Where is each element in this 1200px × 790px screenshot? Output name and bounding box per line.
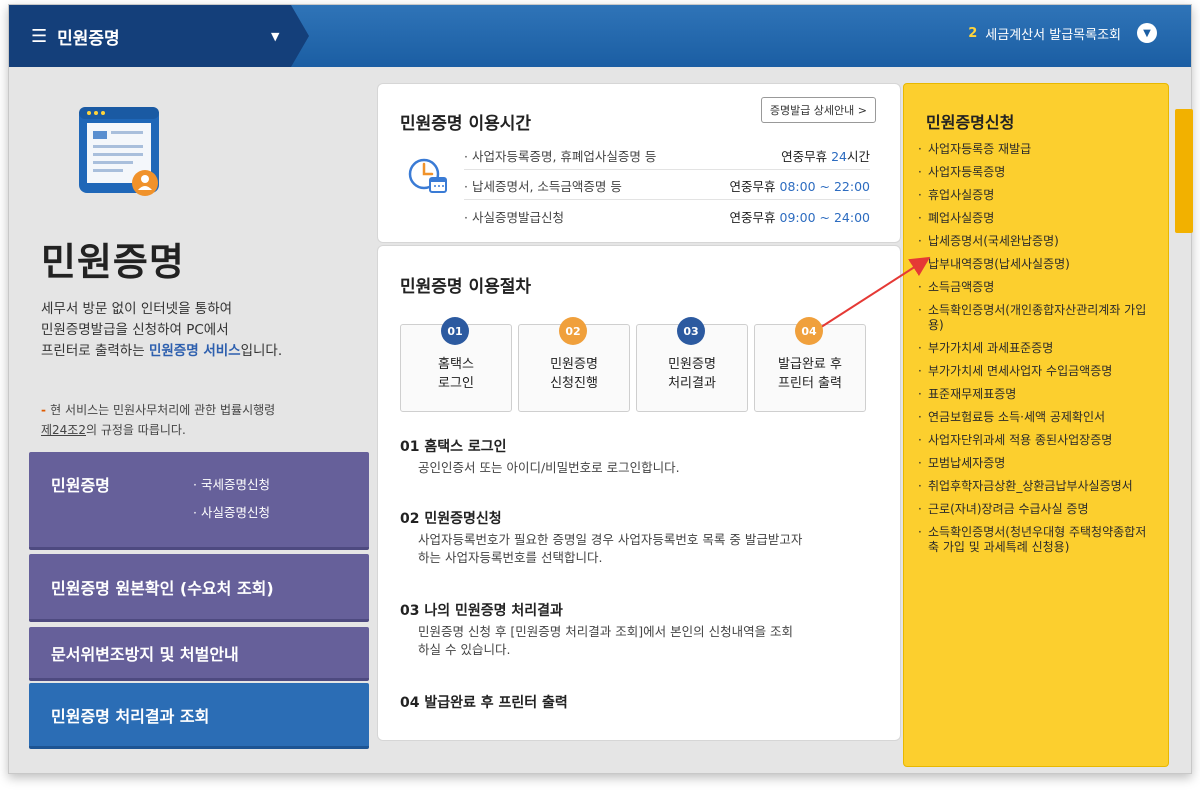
step-label: 발급완료 후 xyxy=(778,357,842,372)
apply-item[interactable]: 표준재무제표증명 xyxy=(918,387,1154,402)
step-1-heading: 01 홈택스 로그인 xyxy=(400,439,507,455)
clock-calendar-icon xyxy=(408,158,447,193)
step-label: 홈택스 xyxy=(438,357,474,372)
top-bar: ☰ 민원증명 ▼ 2 세금계산서 발급목록조회 ▼ xyxy=(9,5,1191,67)
service-description: 세무서 방문 없이 인터넷을 통하여 민원증명발급을 신청하여 PC에서 프린터… xyxy=(41,299,371,362)
nav-forgery-prevention[interactable]: 문서위변조방지 및 처벌안내 xyxy=(29,627,369,681)
apply-item[interactable]: 사업자단위과세 적용 종된사업장증명 xyxy=(918,433,1154,448)
step-number-badge: 02 xyxy=(559,317,587,345)
hamburger-menu-icon[interactable]: ☰ xyxy=(31,26,47,47)
apply-item[interactable]: 폐업사실증명 xyxy=(918,211,1154,226)
issuance-guide-button[interactable]: 증명발급 상세안내 > xyxy=(760,97,876,123)
step-label: 처리결과 xyxy=(668,376,716,391)
desc-line-2: 민원증명발급을 신청하여 PC에서 xyxy=(41,322,229,338)
notice-area[interactable]: 2 세금계산서 발급목록조회 ▼ xyxy=(968,23,1157,43)
law-notice: - 현 서비스는 민원사무처리에 관한 법률시행령 제24조2의 규정을 따릅니… xyxy=(41,400,371,440)
nav-certificate[interactable]: 민원증명 · 국세증명신청 · 사실증명신청 xyxy=(29,452,369,550)
apply-panel-title: 민원증명신청 xyxy=(926,113,1015,132)
desc-line-3-pre: 프린터로 출력하는 xyxy=(41,343,149,359)
hours-row: · 사실증명발급신청 연중무휴 09:00 ~ 24:00 xyxy=(464,202,870,230)
step-1-text: 공인인증서 또는 아이디/비밀번호로 로그인합니다. xyxy=(418,460,680,475)
apply-item[interactable]: 소득확인증명서(청년우대형 주택청약종합저축 가입 및 과세특례 신청용) xyxy=(918,525,1154,555)
apply-item[interactable]: 부가가치세 과세표준증명 xyxy=(918,341,1154,356)
law-line-1: - 현 서비스는 민원사무처리에 관한 법률시행령 xyxy=(41,403,276,417)
law-text-2: 의 규정을 따릅니다. xyxy=(86,423,186,437)
law-line-2: 제24조2의 규정을 따릅니다. xyxy=(41,420,371,440)
notice-number: 2 xyxy=(968,25,978,41)
apply-item[interactable]: 부가가치세 면세사업자 수입금액증명 xyxy=(918,364,1154,379)
step-label: 민원증명 xyxy=(550,357,598,372)
page-frame: ☰ 민원증명 ▼ 2 세금계산서 발급목록조회 ▼ 민원증명 세무서 방문 없이… xyxy=(8,4,1193,774)
law-article-link[interactable]: 제24조2 xyxy=(41,423,86,437)
usage-hours-card: 민원증명 이용시간 증명발급 상세안내 > · 사업자등록증명, 휴폐업사실증명… xyxy=(377,83,901,243)
step-label: 프린터 출력 xyxy=(778,376,842,391)
hours-row-value: 연중무휴 09:00 ~ 24:00 xyxy=(729,209,870,225)
apply-item[interactable]: 취업후학자금상환_상환금납부사실증명서 xyxy=(918,479,1154,494)
step-2-text: 사업자등록번호가 필요한 증명일 경우 사업자등록번호 목록 중 발급받고자 하는… xyxy=(418,532,803,565)
chevron-down-icon[interactable]: ▼ xyxy=(1137,23,1157,43)
notice-link[interactable]: 세금계산서 발급목록조회 xyxy=(985,24,1121,43)
step-label: 신청진행 xyxy=(550,376,598,391)
nav-tax-certificate-link[interactable]: · 국세증명신청 xyxy=(193,474,270,493)
hours-row-label: · 사실증명발급신청 xyxy=(464,209,564,225)
step-number-badge: 04 xyxy=(795,317,823,345)
usage-hours-title: 민원증명 이용시간 xyxy=(400,114,532,134)
hours-row-value: 연중무휴 08:00 ~ 22:00 xyxy=(729,179,870,194)
apply-list: 사업자등록증 재발급 사업자등록증명 휴업사실증명 폐업사실증명 납세증명서(국… xyxy=(918,142,1154,563)
apply-item[interactable]: 근로(자녀)장려금 수급사실 증명 xyxy=(918,502,1154,517)
hours-row: · 납세증명서, 소득금액증명 등 연중무휴 08:00 ~ 22:00 xyxy=(464,172,870,200)
step-4-heading: 04 발급완료 후 프린터 출력 xyxy=(400,695,568,711)
document-certificate-icon xyxy=(79,107,159,196)
apply-item[interactable]: 모범납세자증명 xyxy=(918,456,1154,471)
step-3-heading: 03 나의 민원증명 처리결과 xyxy=(400,603,563,619)
nav-original-verification[interactable]: 민원증명 원본확인 (수요처 조회) xyxy=(29,554,369,622)
apply-item[interactable]: 연금보험료등 소득·세액 공제확인서 xyxy=(918,410,1154,425)
nav-result-lookup[interactable]: 민원증명 처리결과 조회 xyxy=(29,683,369,749)
usage-process-card: 민원증명 이용절차 01 홈택스로그인 02 민원증명신청진행 03 민원증명처… xyxy=(377,245,901,741)
hours-row-label: · 사업자등록증명, 휴폐업사실증명 등 xyxy=(464,149,657,164)
menu-selector[interactable]: ☰ 민원증명 xyxy=(9,5,309,67)
menu-title: 민원증명 xyxy=(57,28,120,49)
desc-line-3: 프린터로 출력하는 민원증명 서비스입니다. xyxy=(41,341,371,362)
usage-process-title: 민원증명 이용절차 xyxy=(400,277,532,297)
step-label: 로그인 xyxy=(438,376,474,391)
step-label: 민원증명 xyxy=(668,357,716,372)
page-title: 민원증명 xyxy=(41,240,185,284)
caret-down-icon[interactable]: ▼ xyxy=(271,30,279,43)
hours-row-value: 연중무휴 24시간 xyxy=(781,149,870,164)
step-2-heading: 02 민원증명신청 xyxy=(400,511,502,527)
desc-line-3-post: 입니다. xyxy=(240,343,283,359)
nav-fact-certificate-link[interactable]: · 사실증명신청 xyxy=(193,502,270,521)
step-number-badge: 01 xyxy=(441,317,469,345)
apply-item[interactable]: 소득금액증명 xyxy=(918,280,1154,295)
apply-item-tax-payment[interactable]: 납세증명서(국세완납증명) xyxy=(918,234,1154,249)
left-panel: 민원증명 세무서 방문 없이 인터넷을 통하여 민원증명발급을 신청하여 PC에… xyxy=(19,67,371,767)
law-text-1: 현 서비스는 민원사무처리에 관한 법률시행령 xyxy=(50,403,276,417)
hours-row: · 사업자등록증명, 휴폐업사실증명 등 연중무휴 24시간 xyxy=(464,142,870,170)
step-3-text: 민원증명 신청 후 [민원증명 처리결과 조회]에서 본인의 신청내역을 조회 하… xyxy=(418,624,794,657)
apply-item[interactable]: 사업자등록증명 xyxy=(918,165,1154,180)
hours-row-label: · 납세증명서, 소득금액증명 등 xyxy=(464,179,622,194)
service-link[interactable]: 민원증명 서비스 xyxy=(149,343,241,359)
apply-item[interactable]: 납부내역증명(납세사실증명) xyxy=(918,257,1154,272)
apply-item[interactable]: 소득확인증명서(개인종합자산관리계좌 가입용) xyxy=(918,303,1154,333)
certificate-apply-panel: 민원증명신청 사업자등록증 재발급 사업자등록증명 휴업사실증명 폐업사실증명 … xyxy=(903,83,1169,767)
scrollbar-handle[interactable] xyxy=(1175,109,1193,233)
apply-item[interactable]: 휴업사실증명 xyxy=(918,188,1154,203)
apply-item[interactable]: 사업자등록증 재발급 xyxy=(918,142,1154,157)
desc-line-1: 세무서 방문 없이 인터넷을 통하여 xyxy=(41,301,233,317)
step-number-badge: 03 xyxy=(677,317,705,345)
nav-certificate-title[interactable]: 민원증명 xyxy=(51,472,110,496)
